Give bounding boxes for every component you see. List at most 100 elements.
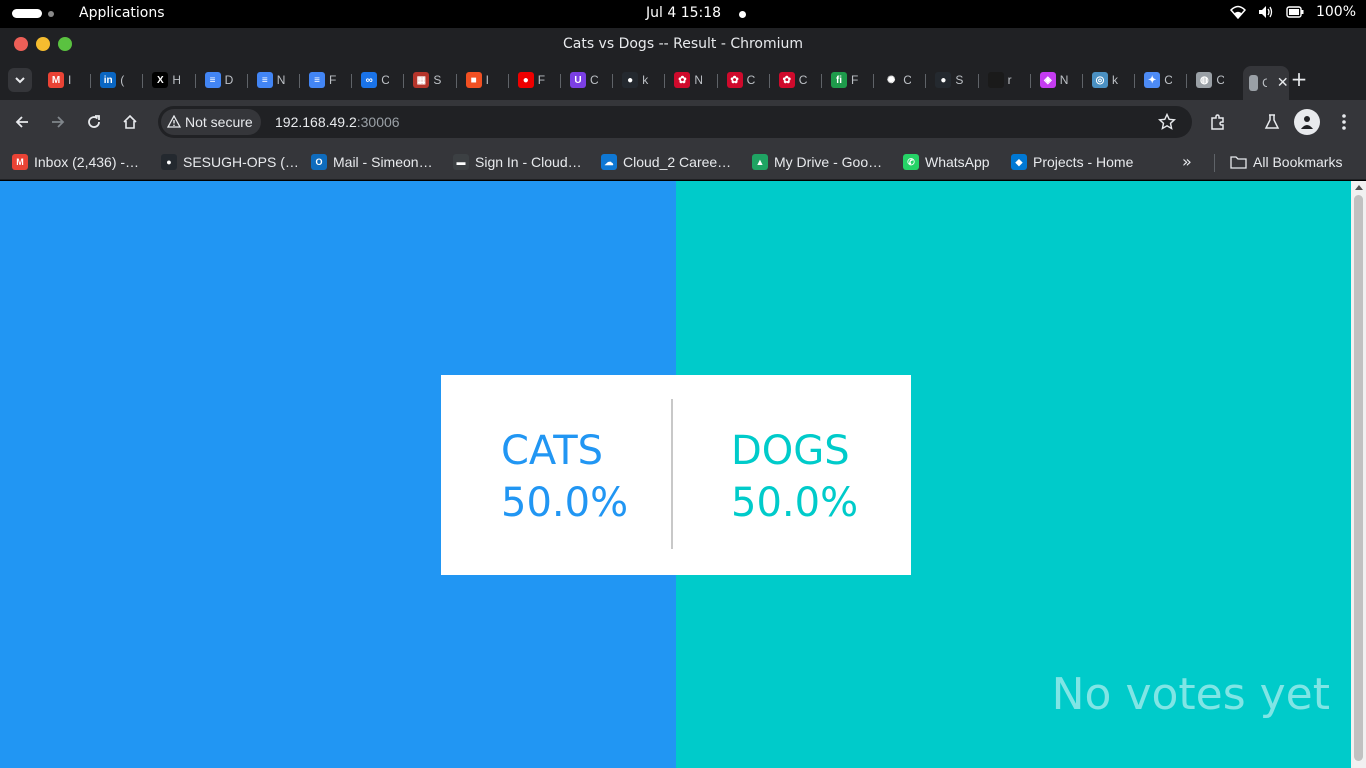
browser-tab[interactable]: ∞ C: [355, 66, 399, 94]
back-button[interactable]: [12, 112, 32, 132]
reload-icon: [88, 115, 100, 128]
tab-title: (: [120, 73, 125, 87]
browser-tab[interactable]: ● k: [616, 66, 660, 94]
browser-tab[interactable]: ▦ S: [407, 66, 451, 94]
browser-tab[interactable]: ◎ k: [1086, 66, 1130, 94]
browser-menu-button[interactable]: [1334, 112, 1354, 132]
tab-title: F: [329, 73, 337, 87]
bookmark-item[interactable]: O Mail - Simeon…: [311, 152, 433, 172]
browser-tab[interactable]: ● F: [512, 66, 556, 94]
browser-tab[interactable]: MI: [42, 66, 86, 94]
tab-separator: [977, 74, 979, 88]
gmail-icon: M: [48, 72, 64, 88]
browser-tab[interactable]: ≡ F: [303, 66, 347, 94]
browser-tab[interactable]: ● S: [929, 66, 973, 94]
results-divider: [671, 399, 673, 549]
security-chip[interactable]: Not secure: [161, 109, 261, 135]
extensions-button[interactable]: [1208, 112, 1228, 132]
home-icon: [123, 114, 137, 129]
onedrive-icon: ☁: [601, 154, 617, 170]
star-icon: [1157, 112, 1177, 130]
applications-menu[interactable]: Applications: [79, 5, 165, 21]
tab-separator: [1029, 74, 1031, 88]
browser-tab[interactable]: C ✕: [1242, 66, 1289, 100]
browser-tab[interactable]: ✿ C: [773, 66, 817, 94]
url-text[interactable]: 192.168.49.2:30006: [275, 114, 400, 130]
profile-avatar[interactable]: [1294, 109, 1320, 135]
tab-separator: [299, 74, 300, 88]
address-bar[interactable]: Not secure 192.168.49.2:30006: [158, 106, 1192, 138]
browser-tab[interactable]: ✦ C: [1138, 66, 1182, 94]
bookmark-star-button[interactable]: [1157, 112, 1177, 135]
browser-tab[interactable]: ✿ C: [721, 66, 765, 94]
cats-result: CATS 50.0%: [501, 425, 628, 529]
dogs-label: DOGS: [731, 428, 850, 474]
github-icon: ●: [622, 72, 639, 88]
browser-tab[interactable]: ✿ N: [668, 66, 712, 94]
browser-tab[interactable]: ≡ D: [199, 66, 243, 94]
bookmark-item[interactable]: ▲ My Drive - Goo…: [752, 152, 882, 172]
url-port: :30006: [356, 114, 400, 130]
browser-tab[interactable]: ✺ C: [877, 66, 921, 94]
browser-toolbar: Not secure 192.168.49.2:30006: [0, 100, 1366, 144]
scroll-up-arrow-icon[interactable]: [1355, 185, 1363, 190]
browser-tab[interactable]: r: [982, 66, 1026, 94]
browser-tab[interactable]: in(: [94, 66, 138, 94]
browser-tab[interactable]: UC: [564, 66, 608, 94]
close-tab-icon[interactable]: ✕: [1277, 75, 1289, 91]
browser-tab[interactable]: XH: [146, 66, 190, 94]
all-bookmarks-button[interactable]: All Bookmarks: [1230, 152, 1342, 172]
tab-title: F: [537, 73, 546, 87]
system-top-bar: Applications Jul 4 15:18 100%: [0, 0, 1366, 28]
tab-title: S: [433, 73, 442, 87]
tab-title: H: [172, 73, 181, 87]
cats-percentage: 50.0%: [501, 480, 629, 526]
bookmark-item[interactable]: ▬ Sign In - Cloud…: [453, 152, 582, 172]
window-title: Cats vs Dogs -- Result - Chromium: [562, 36, 804, 52]
bookmark-item[interactable]: ● SESUGH-OPS (…: [161, 152, 299, 172]
scroll-thumb[interactable]: [1354, 195, 1363, 761]
labs-button[interactable]: [1262, 112, 1282, 132]
bookmark-label: My Drive - Goo…: [774, 154, 883, 170]
browser-tab[interactable]: fi F: [825, 66, 869, 94]
browser-tab[interactable]: ■ I: [460, 66, 504, 94]
azure-devops-icon: ◆: [1011, 154, 1027, 170]
system-tray[interactable]: 100%: [1229, 4, 1356, 20]
clock[interactable]: Jul 4 15:18: [646, 5, 721, 21]
reload-button[interactable]: [84, 112, 104, 132]
circle-logo-icon: ◎: [1092, 72, 1108, 88]
dark-page-icon: [987, 72, 1004, 88]
tab-title: I: [485, 73, 489, 87]
microsoft-icon: ■: [465, 72, 482, 88]
results-card: CATS 50.0% DOGS 50.0%: [441, 375, 911, 575]
x-icon: X: [152, 72, 169, 88]
workspace-indicator[interactable]: [48, 11, 54, 17]
forward-button[interactable]: [48, 112, 68, 132]
bookmark-item[interactable]: ✆ WhatsApp: [903, 152, 990, 172]
tab-title: k: [1112, 73, 1118, 87]
home-button[interactable]: [120, 112, 140, 132]
page-scrollbar[interactable]: [1351, 181, 1366, 768]
browser-tab[interactable]: ◈ N: [1034, 66, 1078, 94]
bookmark-item[interactable]: ◆ Projects - Home: [1011, 152, 1133, 172]
dogs-result: DOGS 50.0%: [731, 425, 858, 529]
notification-dot: [739, 11, 746, 18]
more-bookmarks-button[interactable]: »: [1182, 152, 1192, 171]
tab-search-button[interactable]: [8, 68, 32, 92]
tab-title: I: [68, 73, 72, 87]
activities-button[interactable]: [12, 9, 42, 18]
bookmark-item[interactable]: ☁ Cloud_2 Caree…: [601, 152, 731, 172]
browser-tab[interactable]: ≡ N: [251, 66, 295, 94]
bookmark-item[interactable]: M Inbox (2,436) -…: [12, 152, 139, 172]
tab-separator: [455, 74, 457, 88]
browser-tab[interactable]: ◍ C: [1190, 66, 1234, 94]
tab-separator: [351, 74, 353, 88]
tab-title: D: [224, 73, 233, 87]
new-tab-button[interactable]: +: [1288, 68, 1310, 90]
tab-separator: [664, 74, 666, 88]
window-title-bar[interactable]: Cats vs Dogs -- Result - Chromium: [0, 28, 1366, 60]
tab-title: F: [851, 73, 859, 87]
bookmark-label: WhatsApp: [925, 154, 990, 170]
bookmark-label: Projects - Home: [1033, 154, 1134, 170]
tab-separator: [1082, 74, 1083, 88]
